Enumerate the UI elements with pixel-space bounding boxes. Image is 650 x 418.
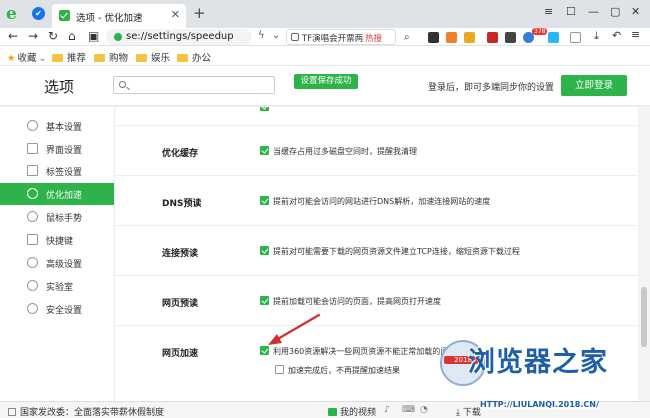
home-icon[interactable]: ⌂ <box>68 29 76 43</box>
setting-row-dns: DNS预读 提前对可能会访问的网站进行DNS解析，加速连接网站的速度 <box>115 175 638 225</box>
search-engine-icon <box>291 33 299 41</box>
my-video-button[interactable]: 我的视频 <box>328 405 376 418</box>
bookmark-folder-entertainment[interactable]: 娱乐 <box>136 50 170 64</box>
plugin-icon[interactable] <box>505 32 516 43</box>
folder-icon <box>177 54 188 62</box>
menu-icon[interactable]: ≡ <box>544 5 553 18</box>
search-icon <box>119 81 126 88</box>
page-title: 选项 <box>44 78 75 96</box>
back-arrow-icon[interactable]: ← <box>8 29 18 43</box>
sidebar-item-advanced[interactable]: 高级设置 <box>0 252 114 274</box>
settings-sidebar: 基本设置 界面设置 标签设置 优化加速 鼠标手势 快捷键 高级设置 实验室 安全… <box>0 107 114 401</box>
sidebar-item-mouse-gesture[interactable]: 鼠标手势 <box>0 206 114 228</box>
bookmark-bar: ★ 收藏 ⌄ 推荐 购物 娱乐 办公 <box>0 46 650 66</box>
sidebar-item-basic[interactable]: 基本设置 <box>0 115 114 137</box>
gear-icon <box>27 257 38 268</box>
flask-icon <box>27 280 38 291</box>
undo-icon[interactable]: ↶ <box>612 29 621 42</box>
sidebar-item-interface[interactable]: 界面设置 <box>0 138 114 160</box>
watermark-url: HTTP://LIULANQI.2018.CN/ <box>480 400 599 409</box>
checkbox-360-resource-speedup[interactable] <box>260 346 269 355</box>
download-icon[interactable]: ⤓ <box>594 29 599 43</box>
tab-title: 选项 - 优化加速 <box>76 13 143 24</box>
folder-icon <box>94 54 105 62</box>
tag-icon <box>27 165 38 176</box>
search-input[interactable]: TF演唱会开票两年 热搜 <box>286 29 396 45</box>
setting-row-connection: 连接预读 提前对可能需要下载的网页资源文件建立TCP连接，缩短资源下载过程 <box>115 225 638 275</box>
mouse-icon <box>27 211 38 222</box>
maximize-icon[interactable]: ▢ <box>610 5 620 18</box>
search-icon[interactable]: ⌕ <box>404 32 415 43</box>
browser-logo-icon[interactable]: e <box>6 5 24 23</box>
new-tab-button[interactable]: + <box>193 4 206 22</box>
bookmark-folder-office[interactable]: 办公 <box>177 50 211 64</box>
checkbox-connection-prefetch[interactable] <box>260 246 269 255</box>
lightning-icon <box>27 188 38 199</box>
settings-favicon-icon <box>59 10 70 21</box>
star-icon: ★ <box>7 53 16 64</box>
checkbox-dns-prefetch[interactable] <box>260 196 269 205</box>
tab-settings[interactable]: 选项 - 优化加速 ✕ <box>52 4 186 28</box>
reload-icon[interactable]: ↻ <box>48 29 58 43</box>
shield-icon <box>27 303 38 314</box>
setting-row-cache: 优化缓存 当缓存占用过多磁盘空间时，提醒我清理 <box>115 125 638 175</box>
url-text: se://settings/speedup <box>126 31 234 42</box>
sidebar-item-shortcuts[interactable]: 快捷键 <box>0 229 114 251</box>
sidebar-item-tabs[interactable]: 标签设置 <box>0 160 114 182</box>
setting-row-page-prefetch: 网页预读 提前加载可能会访问的页面，提高网页打开速度 <box>115 275 638 325</box>
tab-close-icon[interactable]: ✕ <box>171 8 180 21</box>
game-icon[interactable] <box>446 32 457 43</box>
minimize-icon[interactable]: — <box>588 5 599 18</box>
speaker-icon[interactable]: ♪ <box>384 405 390 415</box>
sidebar-item-speedup[interactable]: 优化加速 <box>0 183 114 205</box>
settings-icon <box>27 120 38 131</box>
layout-icon <box>27 143 38 154</box>
skin-icon[interactable]: ☐ <box>566 5 576 18</box>
hot-search-badge[interactable]: 热搜 <box>365 32 382 44</box>
sidebar-item-security[interactable]: 安全设置 <box>0 298 114 320</box>
notification-badge: 378 <box>532 28 548 35</box>
login-button[interactable]: 立即登录 <box>561 75 627 96</box>
tab-strip: e ✔ 选项 - 优化加速 ✕ + ≡ ☐ — ▢ ✕ <box>0 0 650 28</box>
bookmark-folder-shopping[interactable]: 购物 <box>94 50 128 64</box>
keyboard-icon <box>27 234 38 245</box>
checkbox-cache-reminder[interactable] <box>260 146 269 155</box>
shield-extension-icon[interactable] <box>487 32 498 43</box>
save-success-toast: 设置保存成功 <box>294 74 358 89</box>
game-controller-icon[interactable]: ⌨ <box>402 405 415 415</box>
settings-header: 选项 设置保存成功 登录后，即可多端同步你的设置 立即登录 <box>0 66 650 106</box>
watermark-logo: 2018 浏览器之家 HTTP://LIULANQI.2018.CN/ <box>440 338 642 416</box>
sidebar-item-lab[interactable]: 实验室 <box>0 275 114 297</box>
news-ticker[interactable]: 国家发改委：全面落实带薪休假制度 <box>8 405 164 418</box>
bolt-icon[interactable]: ϟ <box>258 30 265 41</box>
search-text: TF演唱会开票两年 <box>302 34 364 44</box>
secure-icon <box>114 33 122 41</box>
pinned-tab-icon[interactable]: ✔ <box>32 7 45 20</box>
close-window-icon[interactable]: ✕ <box>631 5 640 18</box>
bookmark-folder-recommend[interactable]: 推荐 <box>52 50 86 64</box>
video-icon <box>328 408 337 416</box>
checkbox-previous-option[interactable] <box>260 107 269 111</box>
folder-icon <box>52 54 63 62</box>
news-icon <box>8 408 16 416</box>
chevron-down-icon: ⌄ <box>38 53 47 64</box>
checkbox-page-prefetch[interactable] <box>260 296 269 305</box>
network-icon[interactable]: ◔ <box>420 405 428 415</box>
scissors-icon[interactable] <box>428 32 439 43</box>
fox-icon[interactable] <box>464 32 475 43</box>
settings-search-input[interactable] <box>113 76 275 94</box>
login-tip: 登录后，即可多端同步你的设置 <box>428 83 555 93</box>
briefcase-icon[interactable]: ▣ <box>88 29 99 43</box>
apps-icon[interactable] <box>570 32 581 43</box>
address-dropdown-icon[interactable]: ⌄ <box>272 30 280 41</box>
extension-icon[interactable] <box>548 32 559 43</box>
forward-arrow-icon[interactable]: → <box>28 29 38 43</box>
checkbox-no-speedup-reminder[interactable] <box>275 365 284 374</box>
more-menu-icon[interactable]: ≡ <box>631 28 640 41</box>
address-toolbar: ← → ↻ ⌂ ▣ se://settings/speedup ϟ ⌄ TF演唱… <box>0 28 650 46</box>
bookmark-favorites[interactable]: ★ 收藏 ⌄ <box>7 50 47 64</box>
address-bar[interactable]: se://settings/speedup <box>106 29 252 45</box>
watermark-name: 浏览器之家 <box>468 347 608 378</box>
folder-icon <box>136 54 147 62</box>
